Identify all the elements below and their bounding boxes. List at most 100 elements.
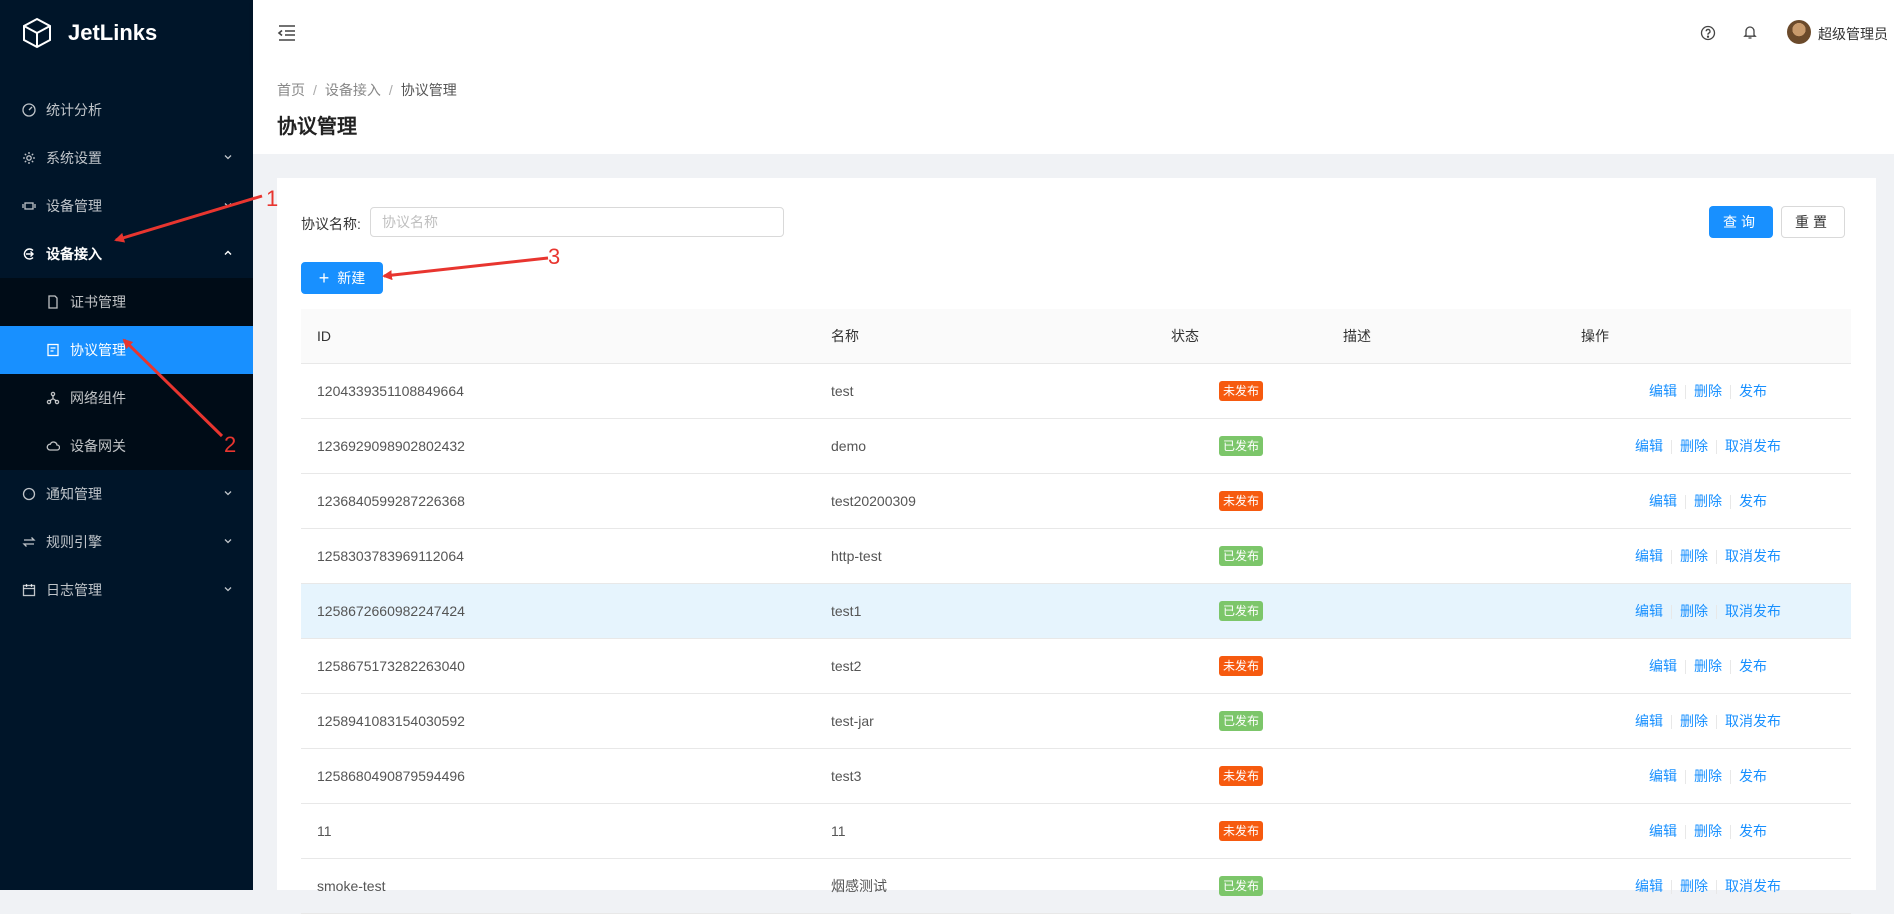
sidebar-item-network-components[interactable]: 网络组件 — [0, 374, 253, 422]
sidebar-item-label: 通知管理 — [46, 486, 102, 502]
edit-action[interactable]: 编辑 — [1635, 438, 1663, 454]
table-row[interactable]: 1258303783969112064 http-test 已发布 编辑 删除 取消发布 — [301, 528, 1851, 584]
column-header-id: ID — [301, 309, 815, 364]
unpublish-action[interactable]: 取消发布 — [1725, 878, 1781, 894]
query-button[interactable]: 查询 — [1709, 206, 1773, 238]
app-title: JetLinks — [68, 20, 158, 45]
chevron-down-icon — [224, 491, 232, 496]
cell-id: 1258941083154030592 — [301, 693, 815, 749]
menu-fold-icon[interactable] — [277, 24, 297, 42]
sidebar-item-rule-engine[interactable]: 规则引擎 — [0, 518, 253, 566]
delete-action[interactable]: 删除 — [1680, 548, 1708, 564]
delete-action[interactable]: 删除 — [1680, 438, 1708, 454]
delete-action[interactable]: 删除 — [1680, 603, 1708, 619]
sidebar-item-notifications[interactable]: 通知管理 — [0, 470, 253, 518]
column-header-actions: 操作 — [1565, 309, 1851, 364]
cell-description — [1327, 638, 1565, 694]
sidebar-item-device-access[interactable]: 设备接入 — [0, 230, 253, 278]
sidebar-item-device-management[interactable]: 设备管理 — [0, 182, 253, 230]
page-header: 首页 / 设备接入 / 协议管理 协议管理 — [253, 66, 1894, 154]
content-card: 协议名称: 查询 重置 + 新建 ID 名称 状态 描述 操作 12043393… — [277, 178, 1876, 914]
sidebar-item-logs[interactable]: 日志管理 — [0, 566, 253, 614]
delete-action[interactable]: 删除 — [1680, 713, 1708, 729]
avatar[interactable] — [1787, 20, 1811, 44]
sidebar-item-device-gateway[interactable]: 设备网关 — [0, 422, 253, 470]
unpublish-action[interactable]: 取消发布 — [1725, 713, 1781, 729]
edit-action[interactable]: 编辑 — [1649, 768, 1677, 784]
delete-action[interactable]: 删除 — [1694, 493, 1722, 509]
bell-icon[interactable] — [1742, 24, 1758, 40]
logo[interactable]: JetLinks — [0, 0, 253, 66]
table-row[interactable]: 1236929098902802432 demo 已发布 编辑 删除 取消发布 — [301, 418, 1851, 474]
cell-status: 未发布 — [1155, 803, 1327, 859]
edit-action[interactable]: 编辑 — [1635, 548, 1663, 564]
edit-action[interactable]: 编辑 — [1649, 383, 1677, 399]
protocol-name-label: 协议名称: — [301, 216, 361, 232]
sidebar-item-label: 系统设置 — [46, 150, 102, 166]
publish-action[interactable]: 发布 — [1739, 658, 1767, 674]
cell-actions: 编辑 删除 取消发布 — [1565, 858, 1851, 914]
publish-action[interactable]: 发布 — [1739, 823, 1767, 839]
sidebar-item-protocols[interactable]: 协议管理 — [0, 326, 253, 374]
reset-button[interactable]: 重置 — [1781, 206, 1845, 238]
cell-description — [1327, 528, 1565, 584]
table-header-row: ID 名称 状态 描述 操作 — [301, 309, 1851, 364]
sidebar-item-label: 证书管理 — [70, 294, 126, 310]
unpublish-action[interactable]: 取消发布 — [1725, 603, 1781, 619]
table-row[interactable]: 1236840599287226368 test20200309 未发布 编辑 删除 发布 — [301, 473, 1851, 529]
column-header-status: 状态 — [1155, 309, 1327, 364]
cell-status: 已发布 — [1155, 528, 1327, 584]
publish-action[interactable]: 发布 — [1739, 493, 1767, 509]
cell-id: smoke-test — [301, 858, 815, 914]
cell-actions: 编辑 删除 取消发布 — [1565, 528, 1851, 584]
chevron-down-icon — [224, 539, 232, 544]
protocol-name-input[interactable] — [370, 207, 784, 237]
unpublish-action[interactable]: 取消发布 — [1725, 438, 1781, 454]
breadcrumb-current: 协议管理 — [400, 82, 457, 98]
action-divider — [1685, 385, 1686, 400]
status-badge: 未发布 — [1218, 491, 1263, 511]
publish-action[interactable]: 发布 — [1739, 383, 1767, 399]
table-row[interactable]: 1204339351108849664 test 未发布 编辑 删除 发布 — [301, 363, 1851, 419]
table-row[interactable]: 1258941083154030592 test-jar 已发布 编辑 删除 取消发布 — [301, 693, 1851, 749]
edit-action[interactable]: 编辑 — [1635, 713, 1663, 729]
question-circle-icon[interactable] — [1700, 25, 1716, 41]
breadcrumb-home[interactable]: 首页 — [277, 82, 305, 98]
edit-action[interactable]: 编辑 — [1649, 658, 1677, 674]
cell-description — [1327, 583, 1565, 639]
delete-action[interactable]: 删除 — [1694, 383, 1722, 399]
sidebar-item-label: 规则引擎 — [46, 534, 102, 550]
sidebar-item-statistics[interactable]: 统计分析 — [0, 86, 253, 134]
action-divider — [1730, 385, 1731, 400]
status-badge: 未发布 — [1218, 766, 1263, 786]
table-row[interactable]: 11 11 未发布 编辑 删除 发布 — [301, 803, 1851, 859]
table-row[interactable]: 1258672660982247424 test1 已发布 编辑 删除 取消发布 — [301, 583, 1851, 639]
edit-action[interactable]: 编辑 — [1635, 603, 1663, 619]
table-row[interactable]: 1258675173282263040 test2 未发布 编辑 删除 发布 — [301, 638, 1851, 694]
status-badge: 已发布 — [1218, 601, 1263, 621]
sidebar-item-system-settings[interactable]: 系统设置 — [0, 134, 253, 182]
unpublish-action[interactable]: 取消发布 — [1725, 548, 1781, 564]
edit-action[interactable]: 编辑 — [1649, 823, 1677, 839]
user-name[interactable]: 超级管理员 — [1818, 24, 1888, 44]
cell-id: 1236840599287226368 — [301, 473, 815, 529]
sidebar-item-label: 统计分析 — [46, 102, 102, 118]
publish-action[interactable]: 发布 — [1739, 768, 1767, 784]
chevron-down-icon — [224, 155, 232, 160]
delete-action[interactable]: 删除 — [1694, 768, 1722, 784]
sidebar: JetLinks 统计分析 系统设置 设备管理 设备接入 证书管理 协议管理 网… — [0, 0, 253, 890]
delete-action[interactable]: 删除 — [1694, 823, 1722, 839]
delete-action[interactable]: 删除 — [1680, 878, 1708, 894]
new-button[interactable]: + 新建 — [301, 262, 383, 294]
table-row[interactable]: 1258680490879594496 test3 未发布 编辑 删除 发布 — [301, 748, 1851, 804]
edit-action[interactable]: 编辑 — [1649, 493, 1677, 509]
edit-action[interactable]: 编辑 — [1635, 878, 1663, 894]
cell-status: 未发布 — [1155, 638, 1327, 694]
delete-action[interactable]: 删除 — [1694, 658, 1722, 674]
cell-id: 1258303783969112064 — [301, 528, 815, 584]
breadcrumb-parent[interactable]: 设备接入 — [325, 82, 381, 98]
status-badge: 已发布 — [1218, 436, 1263, 456]
table-row[interactable]: smoke-test 烟感测试 已发布 编辑 删除 取消发布 — [301, 858, 1851, 914]
cell-description — [1327, 473, 1565, 529]
sidebar-item-certificates[interactable]: 证书管理 — [0, 278, 253, 326]
